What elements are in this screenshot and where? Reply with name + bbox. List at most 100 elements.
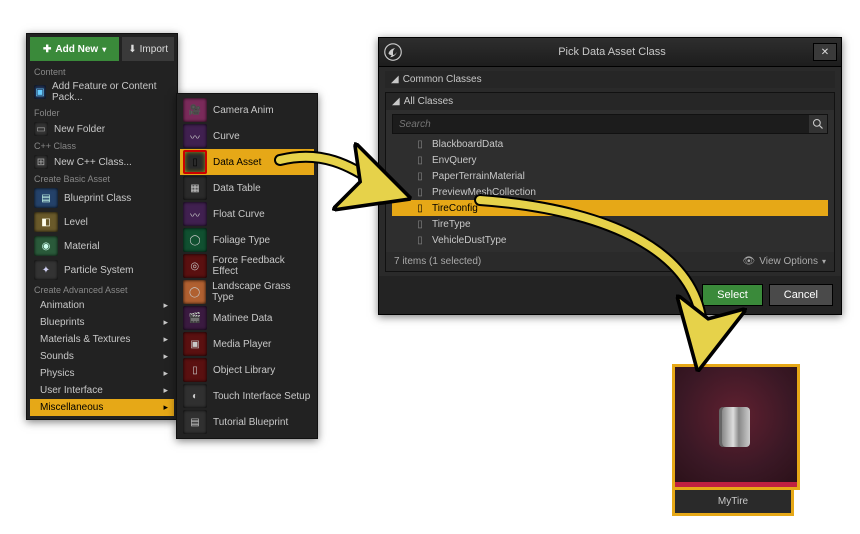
dialog-titlebar[interactable]: Pick Data Asset Class ✕ — [379, 38, 841, 67]
menu-miscellaneous[interactable]: Miscellaneous▸ — [30, 399, 174, 416]
menu-new-cpp[interactable]: ⊞ New C++ Class... — [30, 153, 174, 171]
class-tire-config[interactable]: ▯TireConfig — [392, 200, 828, 216]
menu-material[interactable]: ◉ Material — [30, 234, 174, 258]
level-icon: ◧ — [34, 212, 58, 232]
particle-icon: ✦ — [34, 260, 58, 280]
menu-add-feature[interactable]: ▣ Add Feature or Content Pack... — [30, 79, 174, 105]
material-icon: ◉ — [34, 236, 58, 256]
close-button[interactable]: ✕ — [813, 43, 837, 61]
matinee-icon: 🎬 — [183, 306, 207, 330]
class-blackboard-data[interactable]: ▯ BlackboardData — [392, 136, 828, 152]
chevron-down-icon: ◢ — [392, 96, 400, 107]
class-label: VehicleDustType — [432, 235, 507, 246]
media-icon: ▣ — [183, 332, 207, 356]
import-icon: ⬇ — [128, 44, 136, 55]
menu-sounds[interactable]: Sounds▸ — [30, 348, 174, 365]
search-row — [392, 114, 828, 134]
submenu-data-table[interactable]: ▦ Data Table — [180, 175, 314, 201]
submenu-label: Data Table — [213, 183, 261, 194]
class-icon: ▯ — [414, 154, 426, 166]
submenu-landscape-grass[interactable]: ◯Landscape Grass Type — [180, 279, 314, 305]
menu-blueprints[interactable]: Blueprints▸ — [30, 314, 174, 331]
asset-card — [672, 364, 800, 490]
content-browser-menu: ✚ Add New ▾ ⬇ Import Content ▣ Add Featu… — [26, 33, 178, 420]
foliage-icon: ◯ — [183, 228, 207, 252]
class-icon: ▯ — [414, 170, 426, 182]
add-new-button[interactable]: ✚ Add New ▾ — [30, 37, 119, 61]
submenu-label: Landscape Grass Type — [212, 281, 311, 303]
submenu-label: Object Library — [213, 365, 275, 376]
class-icon: ▯ — [414, 218, 426, 230]
chevron-down-icon: ◢ — [391, 74, 399, 85]
menu-physics[interactable]: Physics▸ — [30, 365, 174, 382]
menu-blueprint-class[interactable]: ▤ Blueprint Class — [30, 186, 174, 210]
cancel-button[interactable]: Cancel — [769, 284, 833, 306]
submenu-label: Float Curve — [213, 209, 265, 220]
menu-label: Add Feature or Content Pack... — [52, 81, 170, 103]
class-env-query[interactable]: ▯ EnvQuery — [392, 152, 828, 168]
class-paper-terrain-material[interactable]: ▯ PaperTerrainMaterial — [392, 168, 828, 184]
class-label: PaperTerrainMaterial — [432, 171, 525, 182]
submenu-data-asset[interactable]: ▯Data Asset — [180, 149, 314, 175]
dialog-buttons: Select Cancel — [379, 276, 841, 314]
submenu-curve[interactable]: 〰Curve — [180, 123, 314, 149]
submenu-foliage-type[interactable]: ◯Foliage Type — [180, 227, 314, 253]
class-label: PreviewMeshCollection — [432, 187, 536, 198]
common-classes-label: Common Classes — [403, 74, 482, 85]
menu-materials-textures[interactable]: Materials & Textures▸ — [30, 331, 174, 348]
submenu-label: Media Player — [213, 339, 271, 350]
search-input[interactable] — [393, 116, 809, 133]
submenu-label: Camera Anim — [213, 105, 274, 116]
submenu-camera-anim[interactable]: 🎥 Camera Anim — [180, 97, 314, 123]
class-icon: ▯ — [414, 138, 426, 150]
asset-thumbnail[interactable]: MyTire — [672, 364, 794, 516]
add-new-label: Add New — [55, 44, 98, 55]
search-button[interactable] — [809, 115, 827, 133]
menu-particle[interactable]: ✦ Particle System — [30, 258, 174, 282]
submenu-touch-interface[interactable]: ◐ Touch Interface Setup — [180, 383, 314, 409]
class-label: EnvQuery — [432, 155, 476, 166]
menu-new-folder[interactable]: ▭ New Folder — [30, 120, 174, 138]
submenu-force-feedback[interactable]: ◎Force Feedback Effect — [180, 253, 314, 279]
submenu-float-curve[interactable]: 〰 Float Curve — [180, 201, 314, 227]
submenu-matinee[interactable]: 🎬Matinee Data — [180, 305, 314, 331]
class-vehicle-dust-type[interactable]: ▯VehicleDustType — [392, 232, 828, 248]
data-table-icon: ▦ — [183, 176, 207, 200]
chevron-right-icon: ▸ — [163, 351, 168, 362]
asset-name: MyTire — [672, 490, 794, 516]
select-button[interactable]: Select — [702, 284, 763, 306]
camera-icon: 🎥 — [183, 98, 207, 122]
all-classes-section: ◢ All Classes ▯BlackboardData ▯EnvQuery … — [385, 92, 835, 272]
dropdown-icon: ▾ — [102, 45, 106, 54]
chevron-right-icon: ▸ — [163, 385, 168, 396]
menu-label: Material — [64, 241, 100, 252]
package-icon: ▣ — [34, 85, 46, 99]
touch-icon: ◐ — [183, 384, 207, 408]
asset-cylinder-icon — [722, 407, 750, 447]
submenu-media-player[interactable]: ▣ Media Player — [180, 331, 314, 357]
view-options-button[interactable]: 👁 View Options ▾ — [743, 256, 826, 267]
submenu-object-library[interactable]: ▯Object Library — [180, 357, 314, 383]
float-curve-icon: 〰 — [183, 202, 207, 226]
tutorial-icon: ▤ — [183, 410, 207, 434]
class-preview-mesh-collection[interactable]: ▯ PreviewMeshCollection — [392, 184, 828, 200]
submenu-tutorial-blueprint[interactable]: ▤ Tutorial Blueprint — [180, 409, 314, 435]
status-row: 7 items (1 selected) 👁 View Options ▾ — [386, 252, 834, 271]
chevron-down-icon: ▾ — [822, 257, 826, 266]
submenu-label: Tutorial Blueprint — [213, 417, 288, 428]
menu-animation[interactable]: Animation▸ — [30, 297, 174, 314]
menu-user-interface[interactable]: User Interface ▸ — [30, 382, 174, 399]
menu-label: Physics — [40, 368, 74, 379]
import-button[interactable]: ⬇ Import — [122, 37, 174, 61]
cancel-label: Cancel — [784, 289, 818, 301]
menu-level[interactable]: ◧ Level — [30, 210, 174, 234]
submenu-label: Touch Interface Setup — [213, 391, 310, 402]
class-label: BlackboardData — [432, 139, 503, 150]
menu-label: User Interface — [40, 385, 103, 396]
menu-label: New Folder — [54, 124, 105, 135]
common-classes-header[interactable]: ◢ Common Classes — [385, 71, 835, 88]
submenu-label: Force Feedback Effect — [213, 255, 311, 277]
class-tire-type[interactable]: ▯TireType — [392, 216, 828, 232]
class-icon: ▯ — [414, 186, 426, 198]
all-classes-header[interactable]: ◢ All Classes — [386, 93, 834, 110]
